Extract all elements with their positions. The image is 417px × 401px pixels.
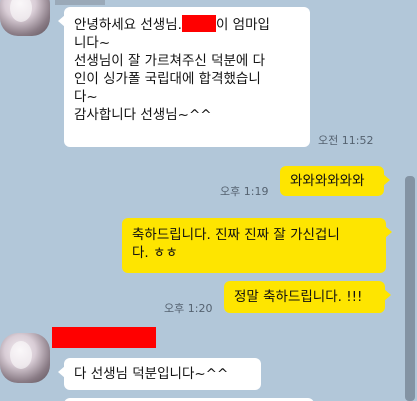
- message-line: 인이 싱가폴 국립대에 합격했습니: [74, 71, 261, 87]
- message-line: 축하드립니다. 진짜 진짜 잘 가신겁니: [132, 227, 340, 243]
- message-line: 안녕하세요 선생님. 이 엄마입: [74, 15, 270, 33]
- message-text: 다 선생님 덕분입니다~^^: [74, 366, 229, 382]
- message-text: 정말 축하드립니다. !!!: [234, 289, 363, 305]
- message-line: 니다~: [74, 35, 111, 51]
- message-line: 다~: [74, 89, 98, 105]
- message-line: 선생님이 잘 가르쳐주신 덕분에 다: [74, 53, 266, 69]
- outgoing-message[interactable]: 축하드립니다. 진짜 진짜 잘 가신겁니 다. ㅎㅎ: [122, 218, 392, 273]
- message-line: 다. ㅎㅎ: [132, 245, 178, 261]
- scrollbar[interactable]: [405, 176, 415, 401]
- sender-avatar[interactable]: [0, 333, 50, 383]
- message-text: 와와와와와와: [290, 173, 365, 189]
- message-timestamp: 오후 1:20: [164, 302, 213, 315]
- incoming-message[interactable]: 안녕하세요 선생님. 이 엄마입 니다~ 선생님이 잘 가르쳐주신 덕분에 다 인…: [58, 7, 310, 147]
- message-timestamp: 오후 1:19: [220, 185, 269, 198]
- sender-name-redaction: [52, 327, 156, 348]
- outgoing-message[interactable]: 정말 축하드립니다. !!!: [224, 281, 391, 313]
- chat-view[interactable]: 안녕하세요 선생님. 이 엄마입 니다~ 선생님이 잘 가르쳐주신 덕분에 다 인…: [0, 0, 417, 401]
- message-line: 감사합니다 선생님~^^: [74, 107, 212, 123]
- message-timestamp: 오전 11:52: [318, 134, 374, 147]
- sender-avatar[interactable]: [0, 0, 50, 36]
- cropped-top-text: [55, 0, 105, 5]
- redaction-box: [181, 15, 216, 32]
- incoming-message[interactable]: 다 선생님 덕분입니다~^^: [58, 358, 261, 390]
- outgoing-message[interactable]: 와와와와와와: [280, 166, 390, 196]
